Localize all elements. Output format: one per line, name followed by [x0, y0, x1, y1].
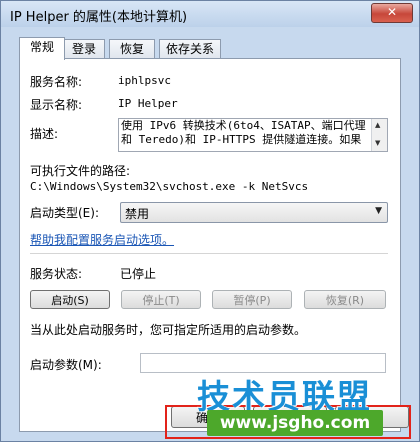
startup-type-value: 禁用 [125, 207, 150, 221]
service-name-label: 服务名称: [30, 75, 83, 89]
title-bar[interactable]: IP Helper 的属性(本地计算机) ✕ [1, 1, 419, 27]
start-params-hint: 当从此处启动服务时，您可指定所适用的启动参数。 [30, 323, 307, 337]
startup-type-select[interactable]: 禁用 ▼ [120, 202, 388, 223]
description-text: 使用 IPv6 转换技术(6to4、ISATAP、端口代理和 Teredo)和 … [121, 119, 366, 146]
service-status-value: 已停止 [120, 267, 157, 281]
exe-path-label: 可执行文件的路径: [30, 164, 131, 178]
pause-button[interactable]: 暂停(P) [212, 290, 292, 309]
tab-logon[interactable]: 登录 [63, 39, 105, 59]
scroll-up-icon[interactable]: ▲ [375, 121, 380, 129]
properties-dialog: IP Helper 的属性(本地计算机) ✕ 常规 登录 恢复 依存关系 服务名… [0, 0, 420, 442]
tab-recovery[interactable]: 恢复 [109, 39, 155, 59]
window-title: IP Helper 的属性(本地计算机) [10, 10, 188, 25]
watermark: 技术员联盟 www.jsgho.com [177, 366, 413, 443]
description-scrollbar[interactable]: ▲ ▼ [371, 119, 387, 151]
exe-path-value: C:\Windows\System32\svchost.exe -k NetSv… [30, 180, 309, 193]
service-name-value: iphlpsvc [118, 74, 171, 87]
close-button[interactable]: ✕ [371, 3, 413, 23]
help-configure-link[interactable]: 帮助我配置服务启动选项。 [30, 231, 174, 248]
start-params-label: 启动参数(M): [30, 358, 102, 372]
display-name-label: 显示名称: [30, 98, 83, 112]
service-status-label: 服务状态: [30, 267, 83, 281]
divider [30, 253, 388, 254]
tab-dependencies[interactable]: 依存关系 [159, 39, 221, 59]
watermark-url: www.jsgho.com [207, 410, 383, 436]
description-label: 描述: [30, 127, 59, 141]
stop-button[interactable]: 停止(T) [121, 290, 201, 309]
start-button[interactable]: 启动(S) [30, 290, 110, 309]
chevron-down-icon: ▼ [375, 206, 382, 216]
tab-general[interactable]: 常规 [19, 37, 65, 60]
description-box[interactable]: 使用 IPv6 转换技术(6to4、ISATAP、端口代理和 Teredo)和 … [118, 118, 388, 152]
scroll-down-icon[interactable]: ▼ [375, 139, 380, 147]
close-icon: ✕ [386, 5, 398, 19]
display-name-value: IP Helper [118, 97, 178, 110]
startup-type-label: 启动类型(E): [30, 206, 99, 220]
resume-button[interactable]: 恢复(R) [304, 290, 386, 309]
